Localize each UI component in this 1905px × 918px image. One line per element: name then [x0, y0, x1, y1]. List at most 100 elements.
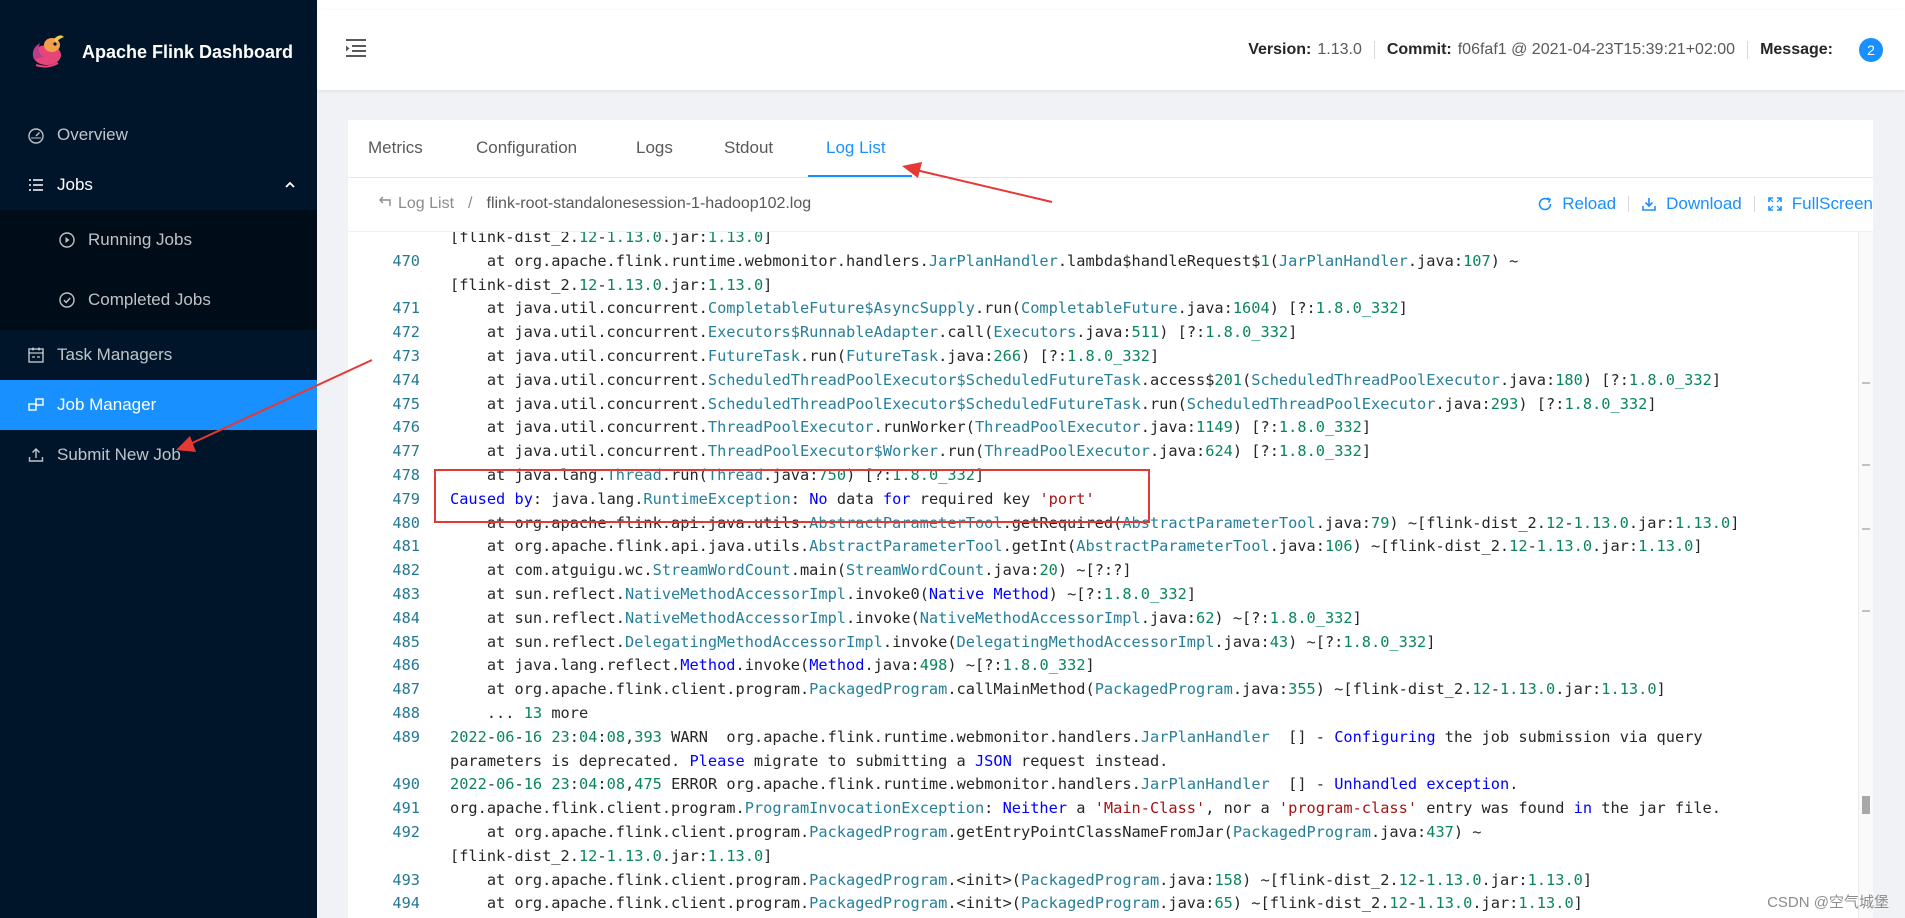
header: Version: 1.13.0 Commit: f06faf1 @ 2021-0… [317, 10, 1905, 90]
log-line: at com.atguigu.wc.StreamWordCount.main(S… [450, 561, 1132, 580]
log-viewer[interactable]: 470 471 472 473 474 475 476 477 478 479 480 481 482 4… [348, 232, 1866, 918]
log-line: at org.apache.flink.api.java.utils.Abstr… [450, 537, 1703, 556]
scroll-marker [1862, 382, 1870, 384]
log-line-number: 486 [392, 656, 420, 675]
log-line-number: 481 [392, 537, 420, 556]
log-line: 2022-06-16 23:04:08,475 ERROR org.apache… [450, 775, 1519, 794]
log-line-number: 471 [392, 299, 420, 318]
sidebar-item-label: Job Manager [57, 395, 157, 414]
log-line-number: 482 [392, 561, 420, 580]
tab-logs[interactable]: Logs [636, 138, 673, 158]
reload-icon [1538, 197, 1552, 211]
sidebar-item-jobs[interactable]: Jobs [0, 160, 317, 210]
log-line-number: 476 [392, 418, 420, 437]
log-line: ... 13 more [450, 704, 589, 722]
scroll-marker [1862, 528, 1870, 530]
log-line-number: 492 [392, 823, 420, 841]
download-button[interactable]: Download [1641, 194, 1742, 214]
log-line: at org.apache.flink.client.program.Packa… [450, 894, 1583, 913]
sidebar-item-task-managers[interactable]: Task Managers [0, 330, 317, 380]
log-line: [flink-dist_2.12-1.13.0.jar:1.13.0] [450, 232, 773, 246]
log-line: [flink-dist_2.12-1.13.0.jar:1.13.0] [450, 846, 773, 865]
log-line: at java.util.concurrent.Executors$Runnab… [450, 323, 1298, 342]
message-count-badge[interactable]: 2 [1859, 38, 1883, 62]
version-label: Version: [1248, 41, 1312, 58]
log-line: at sun.reflect.DelegatingMethodAccessorI… [450, 632, 1436, 651]
sidebar-item-label: Jobs [57, 175, 93, 194]
log-line: at org.apache.flink.client.program.Packa… [450, 823, 1482, 841]
sidebar-item-completed-jobs[interactable]: Completed Jobs [0, 270, 317, 330]
log-line-number: 479 [392, 489, 420, 508]
log-line-number: 474 [392, 370, 420, 389]
log-toolbar: Log List / flink-root-standalonesession-… [348, 177, 1873, 232]
log-line-number: 478 [392, 466, 420, 484]
chevron-up-icon [283, 177, 297, 191]
reload-label: Reload [1562, 194, 1617, 213]
log-line: at sun.reflect.NativeMethodAccessorImpl.… [450, 608, 1362, 627]
sidebar-item-label: Running Jobs [88, 230, 192, 249]
sidebar-item-running-jobs[interactable]: Running Jobs [0, 210, 317, 270]
log-scrollbar[interactable] [1858, 232, 1873, 918]
cluster-icon [27, 396, 45, 414]
menu-fold-icon[interactable] [345, 38, 367, 58]
log-line: 2022-06-16 23:04:08,393 WARN org.apache.… [450, 727, 1703, 746]
brand[interactable]: Apache Flink Dashboard [26, 26, 293, 78]
log-line: at java.util.concurrent.ThreadPoolExecut… [450, 418, 1372, 437]
back-arrow-icon[interactable] [378, 194, 392, 213]
dashboard-icon [27, 126, 45, 144]
sidebar: Apache Flink Dashboard Overview Jobs Run… [0, 0, 317, 918]
sidebar-item-label: Task Managers [57, 345, 173, 364]
log-line-number: 473 [392, 347, 420, 365]
divider [1628, 196, 1630, 212]
scrollbar-thumb[interactable] [1862, 796, 1870, 814]
brand-title: Apache Flink Dashboard [82, 41, 294, 62]
sidebar-item-overview[interactable]: Overview [0, 110, 317, 160]
breadcrumb-current-file: flink-root-standalonesession-1-hadoop102… [486, 194, 812, 212]
header-info: Version: 1.13.0 Commit: f06faf1 @ 2021-0… [1248, 10, 1905, 90]
log-line-number: 470 [392, 251, 420, 270]
list-icon [27, 176, 45, 194]
flink-logo-icon [26, 29, 68, 76]
log-line-number: 488 [392, 704, 420, 722]
play-circle-icon [58, 231, 76, 249]
log-line: org.apache.flink.client.program.ProgramI… [450, 799, 1721, 818]
tab-log-list[interactable]: Log List [826, 138, 886, 158]
divider [1753, 196, 1755, 212]
log-line: at java.util.concurrent.ScheduledThreadP… [450, 394, 1657, 413]
log-line: at java.util.concurrent.ThreadPoolExecut… [450, 442, 1372, 461]
sidebar-item-label: Completed Jobs [88, 290, 211, 309]
watermark: CSDN @空气城堡 [1767, 894, 1889, 911]
sidebar-item-submit-new-job[interactable]: Submit New Job [0, 430, 317, 480]
breadcrumb: Log List / flink-root-standalonesession-… [378, 194, 811, 213]
log-line-number: 472 [392, 323, 420, 342]
log-line: [flink-dist_2.12-1.13.0.jar:1.13.0] [450, 275, 773, 294]
log-line: at org.apache.flink.client.program.Packa… [450, 680, 1666, 699]
commit-value: f06faf1 @ 2021-04-23T15:39:21+02:00 [1457, 41, 1736, 58]
scroll-marker [1862, 464, 1870, 466]
commit-label: Commit: [1386, 41, 1452, 58]
log-line-number: 485 [392, 632, 420, 651]
tab-metrics[interactable]: Metrics [368, 138, 423, 158]
download-label: Download [1666, 194, 1742, 213]
fullscreen-label: FullScreen [1791, 194, 1873, 213]
download-icon [1642, 198, 1656, 211]
log-line-number: 487 [392, 680, 420, 699]
log-line: at org.apache.flink.runtime.webmonitor.h… [450, 251, 1519, 270]
tab-stdout[interactable]: Stdout [724, 138, 773, 158]
breadcrumb-separator: / [468, 194, 473, 212]
tab-configuration[interactable]: Configuration [476, 138, 577, 158]
message-label[interactable]: Message: [1760, 41, 1833, 59]
fullscreen-button[interactable]: FullScreen [1767, 194, 1873, 214]
log-line: at java.lang.reflect.Method.invoke(Metho… [450, 656, 1095, 675]
sidebar-item-job-manager[interactable]: Job Manager [0, 380, 317, 430]
reload-button[interactable]: Reload [1537, 194, 1616, 214]
log-line: at java.util.concurrent.CompletableFutur… [450, 299, 1408, 318]
divider [1747, 41, 1749, 59]
log-line-number: 493 [392, 870, 420, 889]
fullscreen-icon [1767, 197, 1782, 211]
upload-icon [27, 446, 45, 464]
log-line-number: 483 [392, 585, 420, 603]
breadcrumb-log-list-link[interactable]: Log List [398, 195, 454, 213]
log-line-number: 475 [392, 394, 420, 413]
log-line: at java.util.concurrent.FutureTask.run(F… [450, 347, 1160, 365]
